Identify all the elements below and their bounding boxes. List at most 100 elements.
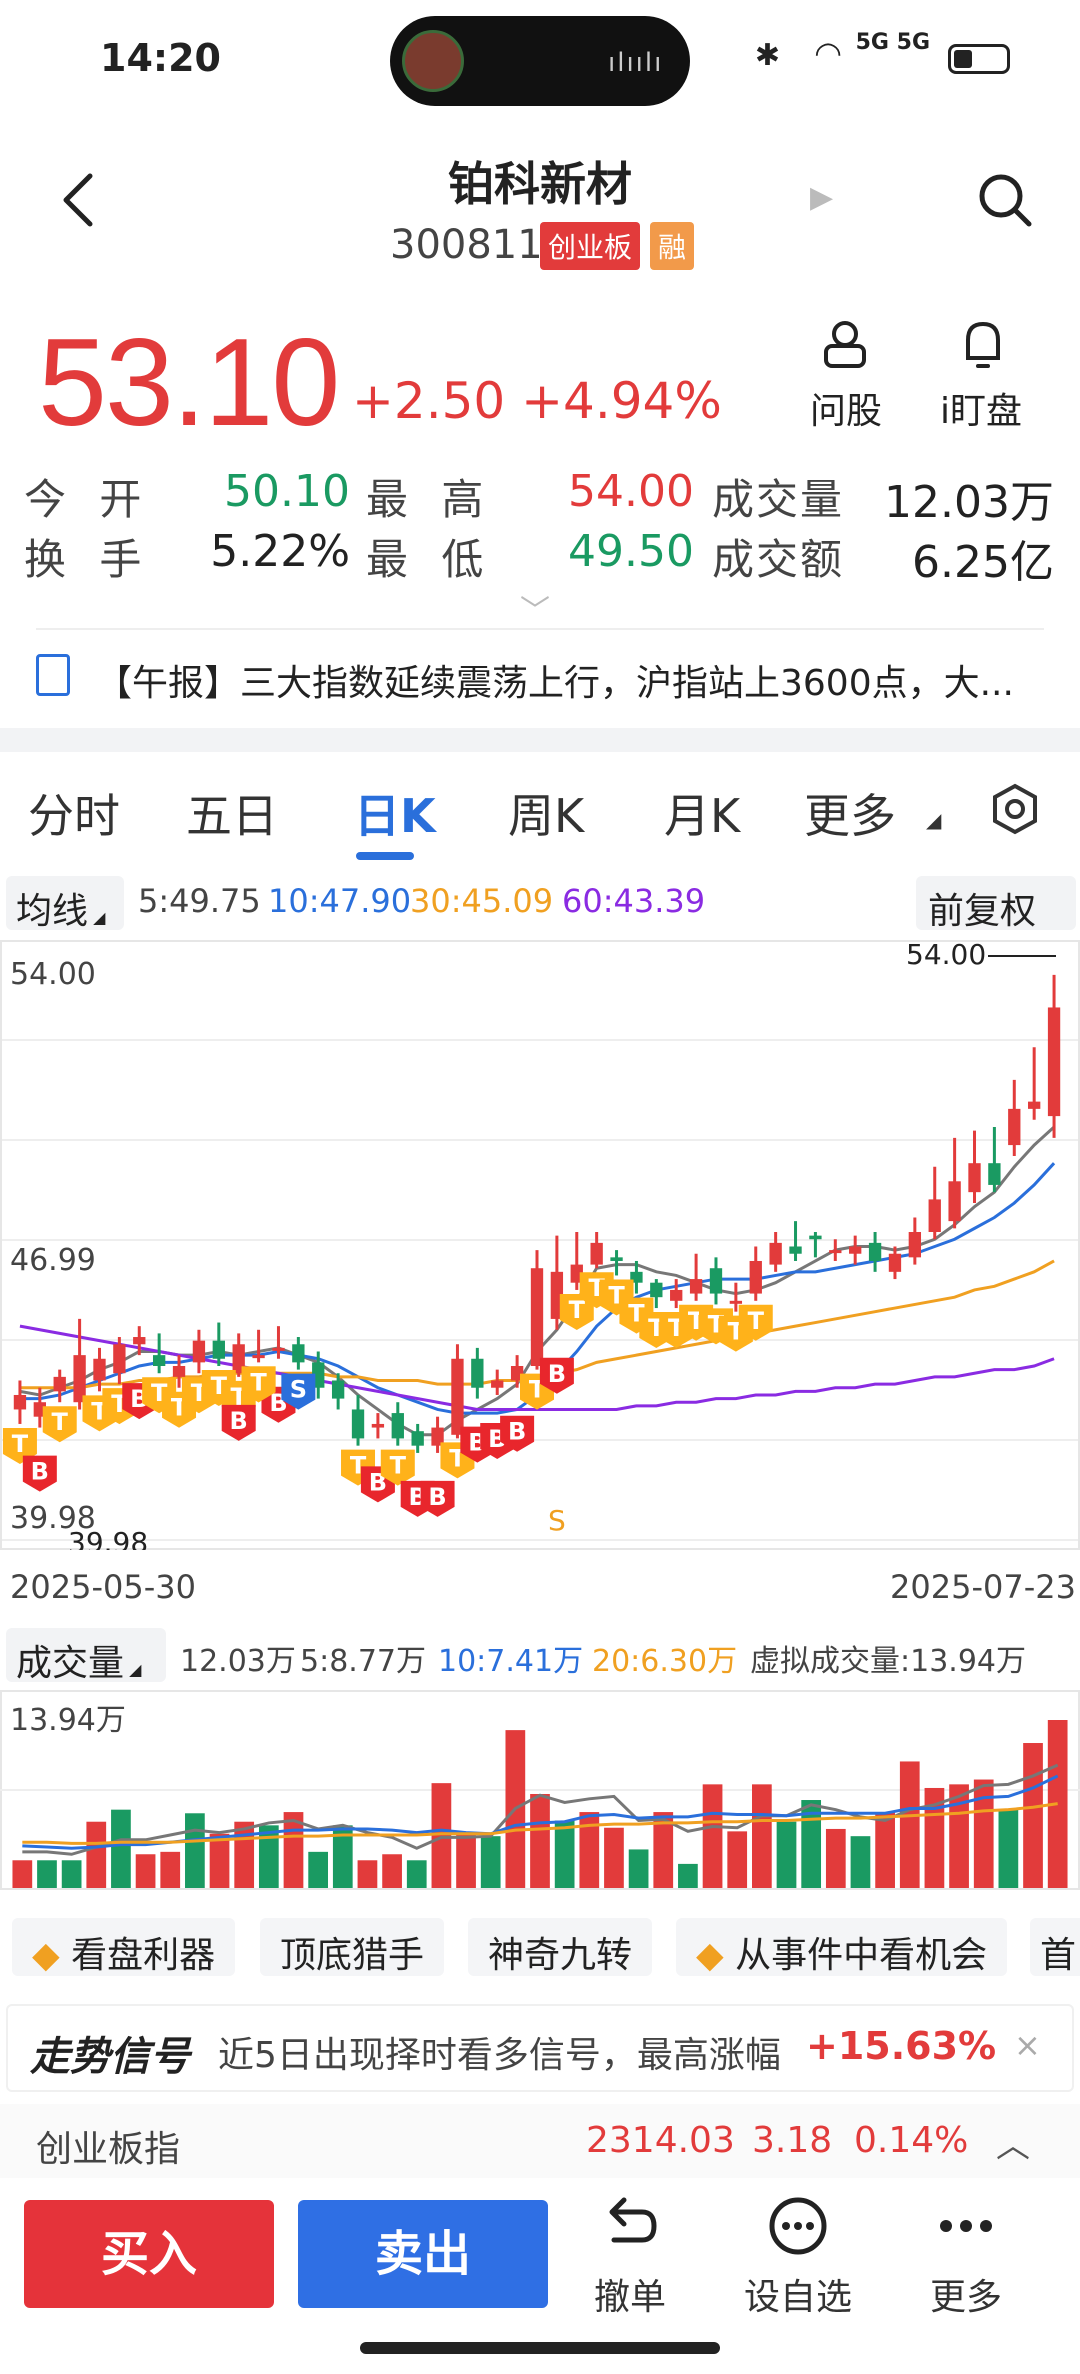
settings-hexagon-icon[interactable] <box>988 782 1042 836</box>
volume-dropdown[interactable]: 成交量 ◢ <box>6 1628 166 1684</box>
signal-percent: +15.63% <box>806 2024 997 2068</box>
ma-dropdown[interactable]: 均线 ◢ <box>6 876 124 932</box>
tab-weekly-k[interactable]: 周K <box>508 780 584 846</box>
candle-body <box>252 1355 265 1359</box>
undo-icon[interactable] <box>596 2194 660 2258</box>
candle-body <box>1047 1007 1061 1117</box>
close-icon[interactable]: × <box>1014 2026 1041 2064</box>
watch-label[interactable]: i盯盘 <box>940 382 1022 434</box>
sell-button[interactable]: 卖出 <box>298 2200 548 2308</box>
candle-body <box>888 1253 902 1272</box>
tool-chip-4[interactable]: ◆ 从事件中看机会 <box>676 1918 1008 1976</box>
tool-chip-5[interactable]: 首 <box>1030 1918 1080 1976</box>
volume-bars <box>12 1720 1068 1888</box>
volume-bar <box>825 1828 846 1888</box>
candle-body <box>1008 1108 1021 1146</box>
price-change: +2.50 +4.94% <box>352 372 722 430</box>
more-label[interactable]: 更多 <box>930 2268 1002 2320</box>
tool-chip-2[interactable]: 顶底猎手 <box>260 1918 445 1976</box>
date-start-label: 2025-05-30 <box>10 1568 196 1606</box>
ask-stock-label[interactable]: 问股 <box>810 382 882 434</box>
section-gap <box>0 728 1080 752</box>
status-bar: 14:20 ılıılı ✱ ◠ 5G 5G <box>0 0 1080 110</box>
volume-bar <box>382 1854 402 1888</box>
tab-intraday[interactable]: 分时 <box>28 780 120 846</box>
volume-bar <box>357 1860 378 1888</box>
ask-stock-icon[interactable] <box>820 318 870 370</box>
search-icon[interactable] <box>975 170 1035 230</box>
tab-daily-k[interactable]: 日K <box>354 780 436 846</box>
volume-bar <box>998 1809 1019 1888</box>
candle-body <box>391 1413 404 1439</box>
candle-body <box>849 1246 862 1254</box>
low-marker-label: 39.98 <box>68 1526 148 1550</box>
volume-current: 12.03万 <box>180 1644 296 1679</box>
candle-body <box>93 1358 106 1381</box>
volume-bar <box>185 1813 205 1888</box>
tool-label-4: 从事件中看机会 <box>735 1935 988 1976</box>
date-end-label: 2025-07-23 <box>890 1568 1076 1606</box>
turnover-value: 5.22% <box>210 526 350 577</box>
candle-body <box>292 1344 305 1363</box>
candle-body <box>53 1376 66 1392</box>
chevron-up-icon[interactable]: ︿ <box>996 2118 1030 2167</box>
more-circle-icon[interactable] <box>766 2194 830 2258</box>
bell-icon[interactable] <box>958 318 1008 370</box>
volume-bar <box>160 1851 181 1888</box>
volume-chart[interactable]: 13.94万 <box>0 1690 1080 1890</box>
next-stock-icon[interactable]: ▶ <box>810 180 833 215</box>
volume-bar <box>899 1761 920 1888</box>
turnover-label: 换 手 <box>24 535 152 584</box>
status-time: 14:20 <box>100 36 221 80</box>
signal-marker-label: B <box>230 1407 248 1435</box>
kline-chart[interactable]: TBTTTBTTTTTTBSBTTBTBBTBBBTBTTTTTTTTTT 54… <box>0 940 1080 1550</box>
buy-button[interactable]: 买入 <box>24 2200 274 2308</box>
candle-body <box>13 1394 27 1410</box>
last-price: 53.10 <box>38 314 340 452</box>
tab-five-day[interactable]: 五日 <box>186 780 278 846</box>
signal-marker-label: S <box>290 1376 307 1404</box>
volume-bar <box>1023 1743 1043 1888</box>
candle-body <box>491 1380 504 1388</box>
tool-chip-3[interactable]: 神奇九转 <box>468 1918 653 1976</box>
diamond-icon: ◆ <box>32 1935 60 1976</box>
volume-bar <box>579 1812 600 1888</box>
volume-bar <box>480 1836 501 1888</box>
candle-body <box>948 1181 961 1222</box>
add-favorite-label[interactable]: 设自选 <box>744 2268 852 2320</box>
dynamic-island[interactable]: ılıılı <box>390 16 690 106</box>
avatar <box>402 30 464 92</box>
chevron-down-icon[interactable]: ﹀ <box>520 586 550 630</box>
candle-body <box>908 1232 922 1258</box>
signal-marker-label: T <box>250 1368 267 1396</box>
candle-body <box>192 1340 206 1363</box>
battery-icon <box>948 44 1010 74</box>
tool-label-2: 顶底猎手 <box>280 1935 425 1976</box>
tab-active-indicator <box>356 852 414 860</box>
candle-body <box>650 1282 663 1298</box>
news-headline[interactable]: 【午报】三大指数延续震荡上行，沪指站上3600点，大... <box>96 654 1014 706</box>
volume-bar <box>135 1854 156 1888</box>
amount-value: 6.25亿 <box>912 537 1054 588</box>
volume-bar <box>776 1821 797 1888</box>
signal-marker-label: B <box>428 1483 446 1511</box>
margin-tag: 融 <box>650 222 695 270</box>
cancel-order-label[interactable]: 撤单 <box>594 2268 666 2320</box>
amount-label: 成交额 <box>712 535 845 584</box>
tab-more[interactable]: 更多 <box>804 780 896 846</box>
volume-bar <box>875 1812 895 1888</box>
tool-label-5: 首 <box>1040 1935 1077 1976</box>
low-value: 49.50 <box>568 526 694 577</box>
candle-body <box>133 1337 146 1345</box>
tool-chip-1[interactable]: ◆ 看盘利器 <box>12 1918 236 1976</box>
tool-label-1: 看盘利器 <box>71 1935 216 1976</box>
adjust-dropdown[interactable]: 前复权 <box>916 876 1076 932</box>
wifi-icon: ◠ <box>814 34 842 72</box>
candle-body <box>968 1163 981 1193</box>
candle-body <box>789 1246 802 1254</box>
tab-monthly-k[interactable]: 月K <box>664 780 740 846</box>
candle-body <box>272 1347 285 1351</box>
more-dots-icon[interactable] <box>934 2194 998 2258</box>
candle-body <box>829 1250 842 1254</box>
candle-body <box>152 1355 166 1366</box>
